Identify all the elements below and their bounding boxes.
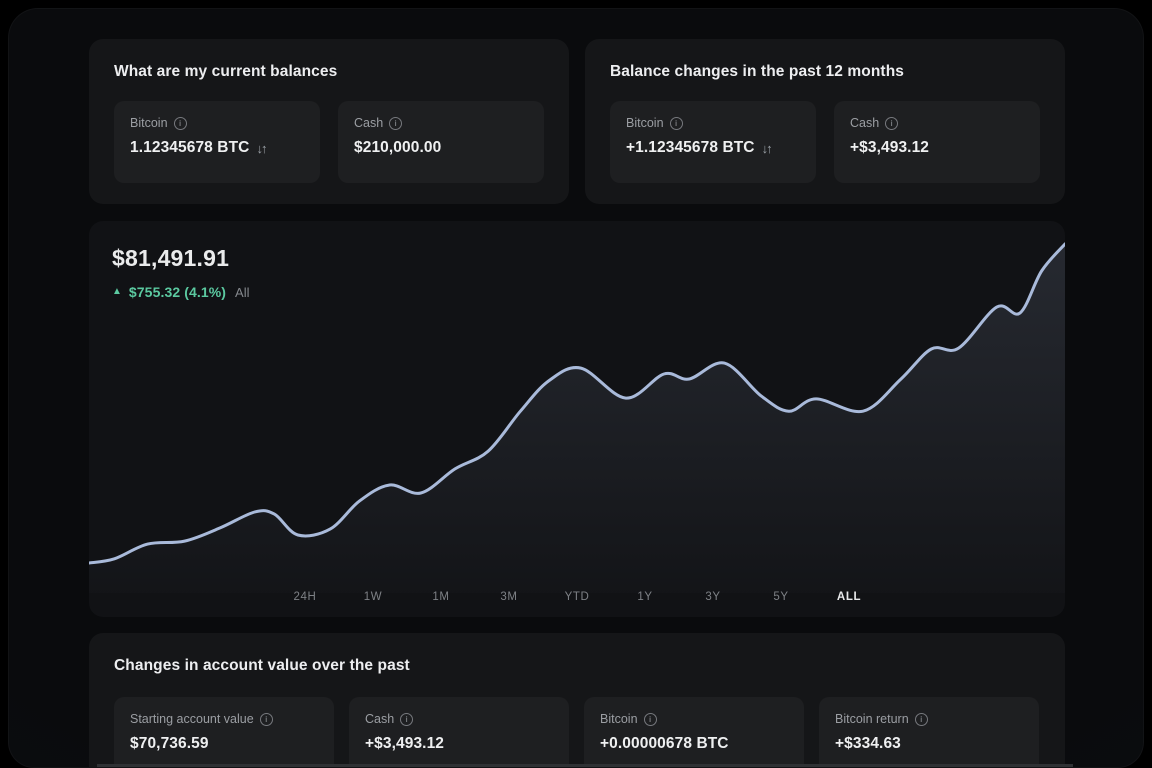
tile-bitcoin-return: Bitcoin return i +$334.63 — [819, 697, 1039, 768]
info-icon[interactable]: i — [885, 117, 898, 130]
tile-value: $210,000.00 — [354, 139, 441, 157]
range-button-ytd[interactable]: YTD — [543, 586, 611, 608]
tile-label: Cash — [850, 116, 879, 130]
card-portfolio-chart: $81,491.91 ▲ $755.32 (4.1%) All 24H1W1M3… — [89, 221, 1065, 617]
card-current-balances: What are my current balances Bitcoin i 1… — [89, 39, 569, 204]
info-icon[interactable]: i — [670, 117, 683, 130]
range-button-1y[interactable]: 1Y — [611, 586, 679, 608]
tile-label: Bitcoin — [626, 116, 664, 130]
range-button-3y[interactable]: 3Y — [679, 586, 747, 608]
up-triangle-icon: ▲ — [112, 287, 122, 297]
tile-cash-change: Cash i +$3,493.12 — [834, 101, 1040, 183]
tile-starting-value-row: $70,736.59 — [130, 735, 318, 753]
swap-arrows-icon[interactable]: ↓↑ — [762, 141, 771, 156]
tile-value: +0.00000678 BTC — [600, 735, 729, 753]
card-balance-changes-title: Balance changes in the past 12 months — [610, 63, 904, 81]
range-button-1m[interactable]: 1M — [407, 586, 475, 608]
tile-bitcoin-period-label-row: Bitcoin i — [600, 712, 788, 726]
tile-bitcoin-period-change: Bitcoin i +0.00000678 BTC — [584, 697, 804, 768]
range-button-3m[interactable]: 3M — [475, 586, 543, 608]
tile-cash-period-value-row: +$3,493.12 — [365, 735, 553, 753]
tile-cash-period-change: Cash i +$3,493.12 — [349, 697, 569, 768]
app-window: What are my current balances Bitcoin i 1… — [8, 8, 1144, 768]
balance-changes-tiles: Bitcoin i +1.12345678 BTC ↓↑ Cash i +$3,… — [610, 101, 1040, 183]
range-button-24h[interactable]: 24H — [271, 586, 339, 608]
range-button-5y[interactable]: 5Y — [747, 586, 815, 608]
card-account-changes-title: Changes in account value over the past — [114, 657, 410, 675]
info-icon[interactable]: i — [915, 713, 928, 726]
tile-value: 1.12345678 BTC — [130, 139, 249, 157]
tile-cash-value-row: $210,000.00 — [354, 139, 528, 157]
tile-label: Cash — [365, 712, 394, 726]
tile-cash-balance: Cash i $210,000.00 — [338, 101, 544, 183]
tile-bitcoin-change: Bitcoin i +1.12345678 BTC ↓↑ — [610, 101, 816, 183]
tile-bitcoin-return-value-row: +$334.63 — [835, 735, 1023, 753]
tile-cash-change-value-row: +$3,493.12 — [850, 139, 1024, 157]
chart-header: $81,491.91 ▲ $755.32 (4.1%) All — [112, 245, 250, 300]
tile-label: Bitcoin — [600, 712, 638, 726]
info-icon[interactable]: i — [174, 117, 187, 130]
tile-value: +1.12345678 BTC — [626, 139, 755, 157]
account-changes-tiles: Starting account value i $70,736.59 Cash… — [114, 697, 1039, 768]
range-button-1w[interactable]: 1W — [339, 586, 407, 608]
tile-value: $70,736.59 — [130, 735, 209, 753]
tile-value: +$3,493.12 — [850, 139, 929, 157]
tile-starting-value: Starting account value i $70,736.59 — [114, 697, 334, 768]
tile-bitcoin-value-row: 1.12345678 BTC ↓↑ — [130, 139, 304, 157]
portfolio-change: $755.32 (4.1%) — [129, 284, 226, 300]
tile-label: Cash — [354, 116, 383, 130]
time-range-selector: 24H1W1M3MYTD1Y3Y5YALL — [89, 586, 1065, 608]
card-balance-changes: Balance changes in the past 12 months Bi… — [585, 39, 1065, 204]
range-button-all[interactable]: ALL — [815, 586, 883, 608]
tile-cash-change-label-row: Cash i — [850, 116, 1024, 130]
tile-value: +$334.63 — [835, 735, 901, 753]
tile-bitcoin-label-row: Bitcoin i — [130, 116, 304, 130]
card-account-changes: Changes in account value over the past S… — [89, 633, 1065, 768]
tile-bitcoin-return-label-row: Bitcoin return i — [835, 712, 1023, 726]
portfolio-change-row: ▲ $755.32 (4.1%) All — [112, 284, 250, 300]
tile-value: +$3,493.12 — [365, 735, 444, 753]
tile-bitcoin-change-label-row: Bitcoin i — [626, 116, 800, 130]
change-period-label: All — [235, 285, 249, 300]
tile-label: Starting account value — [130, 712, 254, 726]
tile-bitcoin-balance: Bitcoin i 1.12345678 BTC ↓↑ — [114, 101, 320, 183]
tile-label: Bitcoin return — [835, 712, 909, 726]
tile-label: Bitcoin — [130, 116, 168, 130]
tile-cash-label-row: Cash i — [354, 116, 528, 130]
current-balances-tiles: Bitcoin i 1.12345678 BTC ↓↑ Cash i $210,… — [114, 101, 544, 183]
swap-arrows-icon[interactable]: ↓↑ — [256, 141, 265, 156]
bottom-edge-strip — [97, 764, 1073, 767]
tile-bitcoin-change-value-row: +1.12345678 BTC ↓↑ — [626, 139, 800, 157]
info-icon[interactable]: i — [260, 713, 273, 726]
info-icon[interactable]: i — [400, 713, 413, 726]
portfolio-balance: $81,491.91 — [112, 245, 250, 272]
tile-cash-period-label-row: Cash i — [365, 712, 553, 726]
tile-starting-value-label-row: Starting account value i — [130, 712, 318, 726]
tile-bitcoin-period-value-row: +0.00000678 BTC — [600, 735, 788, 753]
card-current-balances-title: What are my current balances — [114, 63, 337, 81]
info-icon[interactable]: i — [644, 713, 657, 726]
info-icon[interactable]: i — [389, 117, 402, 130]
